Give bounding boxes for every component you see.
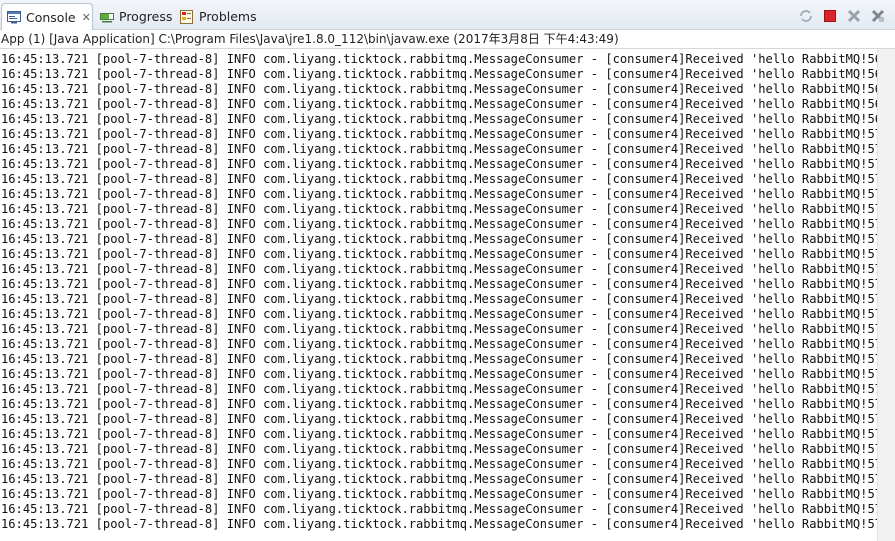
- log-line: 16:45:13.721 [pool-7-thread-8] INFO com.…: [1, 352, 877, 366]
- log-line: 16:45:13.721 [pool-7-thread-8] INFO com.…: [1, 262, 877, 276]
- log-lines: 16:45:13.721 [pool-7-thread-8] INFO com.…: [1, 52, 877, 532]
- tab-problems-label: Problems: [199, 9, 257, 24]
- console-output[interactable]: 16:45:13.721 [pool-7-thread-8] INFO com.…: [0, 49, 877, 541]
- log-line: 16:45:13.721 [pool-7-thread-8] INFO com.…: [1, 427, 877, 441]
- log-line: 16:45:13.721 [pool-7-thread-8] INFO com.…: [1, 232, 877, 246]
- log-line: 16:45:13.721 [pool-7-thread-8] INFO com.…: [1, 202, 877, 216]
- remove-all-terminated-icon[interactable]: [845, 7, 863, 25]
- process-description: App (1) [Java Application] C:\Program Fi…: [0, 30, 895, 48]
- tab-progress[interactable]: Progress: [99, 3, 172, 30]
- vertical-scrollbar[interactable]: [877, 49, 895, 541]
- log-line: 16:45:13.721 [pool-7-thread-8] INFO com.…: [1, 337, 877, 351]
- log-line: 16:45:13.721 [pool-7-thread-8] INFO com.…: [1, 412, 877, 426]
- remove-launch-icon[interactable]: [797, 7, 815, 25]
- log-line: 16:45:13.721 [pool-7-thread-8] INFO com.…: [1, 157, 877, 171]
- close-icon[interactable]: ✕: [82, 11, 91, 24]
- tab-console-label: Console: [26, 9, 76, 25]
- log-line: 16:45:13.721 [pool-7-thread-8] INFO com.…: [1, 487, 877, 501]
- log-line: 16:45:13.721 [pool-7-thread-8] INFO com.…: [1, 367, 877, 381]
- log-line: 16:45:13.721 [pool-7-thread-8] INFO com.…: [1, 52, 877, 66]
- log-line: 16:45:13.721 [pool-7-thread-8] INFO com.…: [1, 172, 877, 186]
- console-icon: [6, 9, 22, 25]
- tab-console[interactable]: Console ✕: [1, 3, 93, 30]
- log-line: 16:45:13.721 [pool-7-thread-8] INFO com.…: [1, 97, 877, 111]
- log-line: 16:45:13.721 [pool-7-thread-8] INFO com.…: [1, 457, 877, 471]
- tab-progress-label: Progress: [119, 9, 173, 24]
- tab-problems[interactable]: Problems: [179, 3, 257, 30]
- log-line: 16:45:13.721 [pool-7-thread-8] INFO com.…: [1, 247, 877, 261]
- log-line: 16:45:13.721 [pool-7-thread-8] INFO com.…: [1, 307, 877, 321]
- log-line: 16:45:13.721 [pool-7-thread-8] INFO com.…: [1, 517, 877, 531]
- console-view: Console ✕ Progress Problems App (1) [Jav…: [0, 0, 895, 541]
- log-line: 16:45:13.721 [pool-7-thread-8] INFO com.…: [1, 502, 877, 516]
- log-line: 16:45:13.721 [pool-7-thread-8] INFO com.…: [1, 67, 877, 81]
- log-line: 16:45:13.721 [pool-7-thread-8] INFO com.…: [1, 217, 877, 231]
- log-line: 16:45:13.721 [pool-7-thread-8] INFO com.…: [1, 187, 877, 201]
- log-line: 16:45:13.721 [pool-7-thread-8] INFO com.…: [1, 277, 877, 291]
- problems-icon: [179, 9, 195, 25]
- log-line: 16:45:13.721 [pool-7-thread-8] INFO com.…: [1, 127, 877, 141]
- view-tab-bar: Console ✕ Progress Problems: [0, 0, 895, 30]
- log-line: 16:45:13.721 [pool-7-thread-8] INFO com.…: [1, 472, 877, 486]
- log-line: 16:45:13.721 [pool-7-thread-8] INFO com.…: [1, 397, 877, 411]
- log-line: 16:45:13.721 [pool-7-thread-8] INFO com.…: [1, 322, 877, 336]
- progress-icon: [99, 9, 115, 25]
- console-toolbar: [797, 7, 887, 25]
- disconnect-icon[interactable]: [869, 7, 887, 25]
- log-line: 16:45:13.721 [pool-7-thread-8] INFO com.…: [1, 382, 877, 396]
- log-line: 16:45:13.721 [pool-7-thread-8] INFO com.…: [1, 142, 877, 156]
- log-line: 16:45:13.721 [pool-7-thread-8] INFO com.…: [1, 292, 877, 306]
- terminate-icon[interactable]: [821, 7, 839, 25]
- log-line: 16:45:13.721 [pool-7-thread-8] INFO com.…: [1, 442, 877, 456]
- log-line: 16:45:13.721 [pool-7-thread-8] INFO com.…: [1, 112, 877, 126]
- log-line: 16:45:13.721 [pool-7-thread-8] INFO com.…: [1, 82, 877, 96]
